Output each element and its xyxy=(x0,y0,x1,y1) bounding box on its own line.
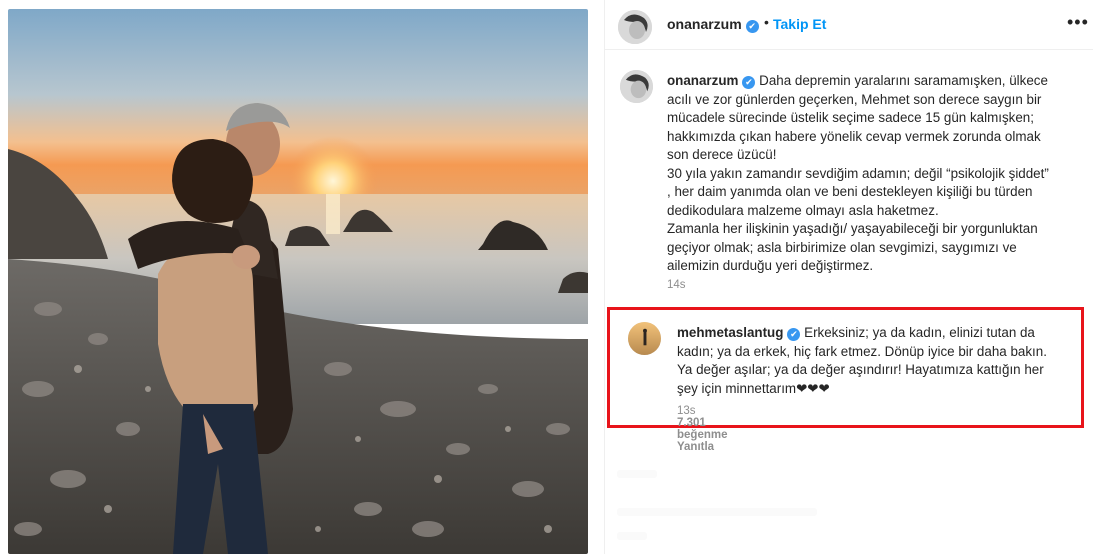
caption-line: Zamanla her ilişkinin yaşadığı/ yaşayabi… xyxy=(667,221,1038,236)
reply-line: şey için minnettarım❤❤❤ xyxy=(677,380,830,396)
placeholder-row xyxy=(617,508,817,516)
author-username-text[interactable]: onanarzum xyxy=(667,16,742,32)
verified-icon: ✔ xyxy=(787,328,801,341)
verified-icon: ✔ xyxy=(742,76,756,89)
caption-line: onanarzum ✔ Daha depremin yaralarını sara… xyxy=(667,72,1077,91)
caption-line: son derece üzücü! xyxy=(667,147,777,162)
reply-likes[interactable]: 7.301 beğenme xyxy=(677,417,728,441)
caption-line: geçiyor olmak; asla birbirimize olan sev… xyxy=(667,239,1017,255)
author-username[interactable]: onanarzum ✔ xyxy=(667,16,759,33)
reply-timestamp[interactable]: 13s xyxy=(677,405,696,417)
caption-line: 30 yıla yakın zamandır sevdiğim adamın; … xyxy=(667,165,1049,181)
caption-line: mücadele sürecinde üstelik seçime sadece… xyxy=(667,110,1034,125)
caption-text: onanarzum ✔ Daha depremin yaralarını sara… xyxy=(667,72,1077,276)
caption-timestamp[interactable]: 14s xyxy=(667,279,686,291)
caption-line: hakkımızda çıkan habere yönelik cevap ve… xyxy=(667,128,1041,144)
reply-line: kadın; ya da erkek, hiç fark etmez. Dönü… xyxy=(677,343,1047,359)
reply-line: mehmetaslantug ✔ Erkeksiniz; ya da kadın,… xyxy=(677,324,1077,343)
follow-button[interactable]: Takip Et xyxy=(773,16,826,32)
caption-line: dedikodulara malzeme olmayı asla haketme… xyxy=(667,202,939,218)
reply-meta: 13s 7.301 beğenme Yanıtla xyxy=(677,405,739,453)
post-photo[interactable] xyxy=(8,9,588,554)
reply-line-text: Erkeksiniz; ya da kadın, elinizi tutan d… xyxy=(804,325,1035,340)
post-sidebar: onanarzum ✔ • Takip Et ••• onanarzum ✔ Dah… xyxy=(604,0,1093,554)
post-header: onanarzum ✔ • Takip Et ••• xyxy=(605,0,1093,50)
placeholder-row xyxy=(617,470,657,478)
caption-meta: 14s xyxy=(667,279,698,291)
reply-text: mehmetaslantug ✔ Erkeksiniz; ya da kadın,… xyxy=(677,324,1077,398)
verified-icon: ✔ xyxy=(745,20,759,33)
separator-dot: • xyxy=(764,14,769,30)
caption-avatar[interactable] xyxy=(620,70,653,103)
placeholder-row xyxy=(617,532,647,540)
caption-line-text: Daha depremin yaralarını saramamışken, ü… xyxy=(759,73,1048,88)
caption-username[interactable]: onanarzum xyxy=(667,73,738,88)
caption-line: , her daim yanımda olan ve beni destekle… xyxy=(667,184,1033,199)
reply-line: Ya değer aşılar; ya da değer aşındırır! … xyxy=(677,362,1044,377)
reply-avatar[interactable] xyxy=(628,322,661,355)
caption-line: acılı ve zor günlerden geçerken, Mehmet … xyxy=(667,91,1042,107)
more-options-icon[interactable]: ••• xyxy=(1067,12,1089,33)
reply-button[interactable]: Yanıtla xyxy=(677,441,714,453)
author-avatar[interactable] xyxy=(618,10,652,44)
caption-line: ailemizin durduğu yeri değiştirmez. xyxy=(667,258,874,273)
reply-username[interactable]: mehmetaslantug xyxy=(677,325,783,340)
